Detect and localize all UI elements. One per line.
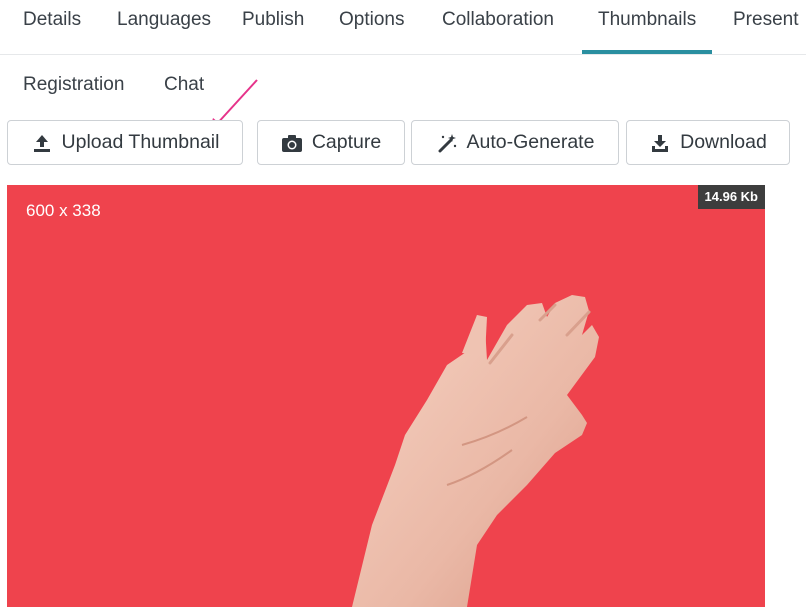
thumbnail-preview: 600 x 338 14.96 Kb (7, 185, 765, 607)
tab-bar-secondary: Registration Chat (0, 60, 806, 110)
download-button[interactable]: Download (626, 120, 790, 165)
magic-wand-icon (436, 132, 458, 154)
tab-registration[interactable]: Registration (23, 60, 124, 110)
download-label: Download (680, 131, 767, 153)
capture-button[interactable]: Capture (257, 120, 405, 165)
tab-publish[interactable]: Publish (242, 0, 304, 52)
thumbnail-dimensions: 600 x 338 (26, 201, 101, 220)
auto-generate-label: Auto-Generate (466, 131, 595, 153)
tab-options[interactable]: Options (339, 0, 404, 52)
file-size-badge: 14.96 Kb (697, 185, 765, 209)
tab-languages[interactable]: Languages (117, 0, 211, 52)
upload-icon (31, 132, 53, 154)
tab-details[interactable]: Details (23, 0, 81, 52)
tab-presenter[interactable]: Present (733, 0, 798, 52)
capture-label: Capture (311, 131, 382, 153)
upload-thumbnail-label: Upload Thumbnail (61, 131, 220, 153)
tab-thumbnails[interactable]: Thumbnails (582, 0, 713, 54)
tab-chat[interactable]: Chat (164, 60, 204, 110)
tab-collaboration[interactable]: Collaboration (442, 0, 554, 52)
download-icon (649, 132, 671, 154)
hand-image (352, 295, 599, 607)
upload-thumbnail-button[interactable]: Upload Thumbnail (7, 120, 243, 165)
tab-bar: Details Languages Publish Options Collab… (0, 0, 806, 55)
camera-icon (281, 132, 303, 154)
auto-generate-button[interactable]: Auto-Generate (411, 120, 619, 165)
